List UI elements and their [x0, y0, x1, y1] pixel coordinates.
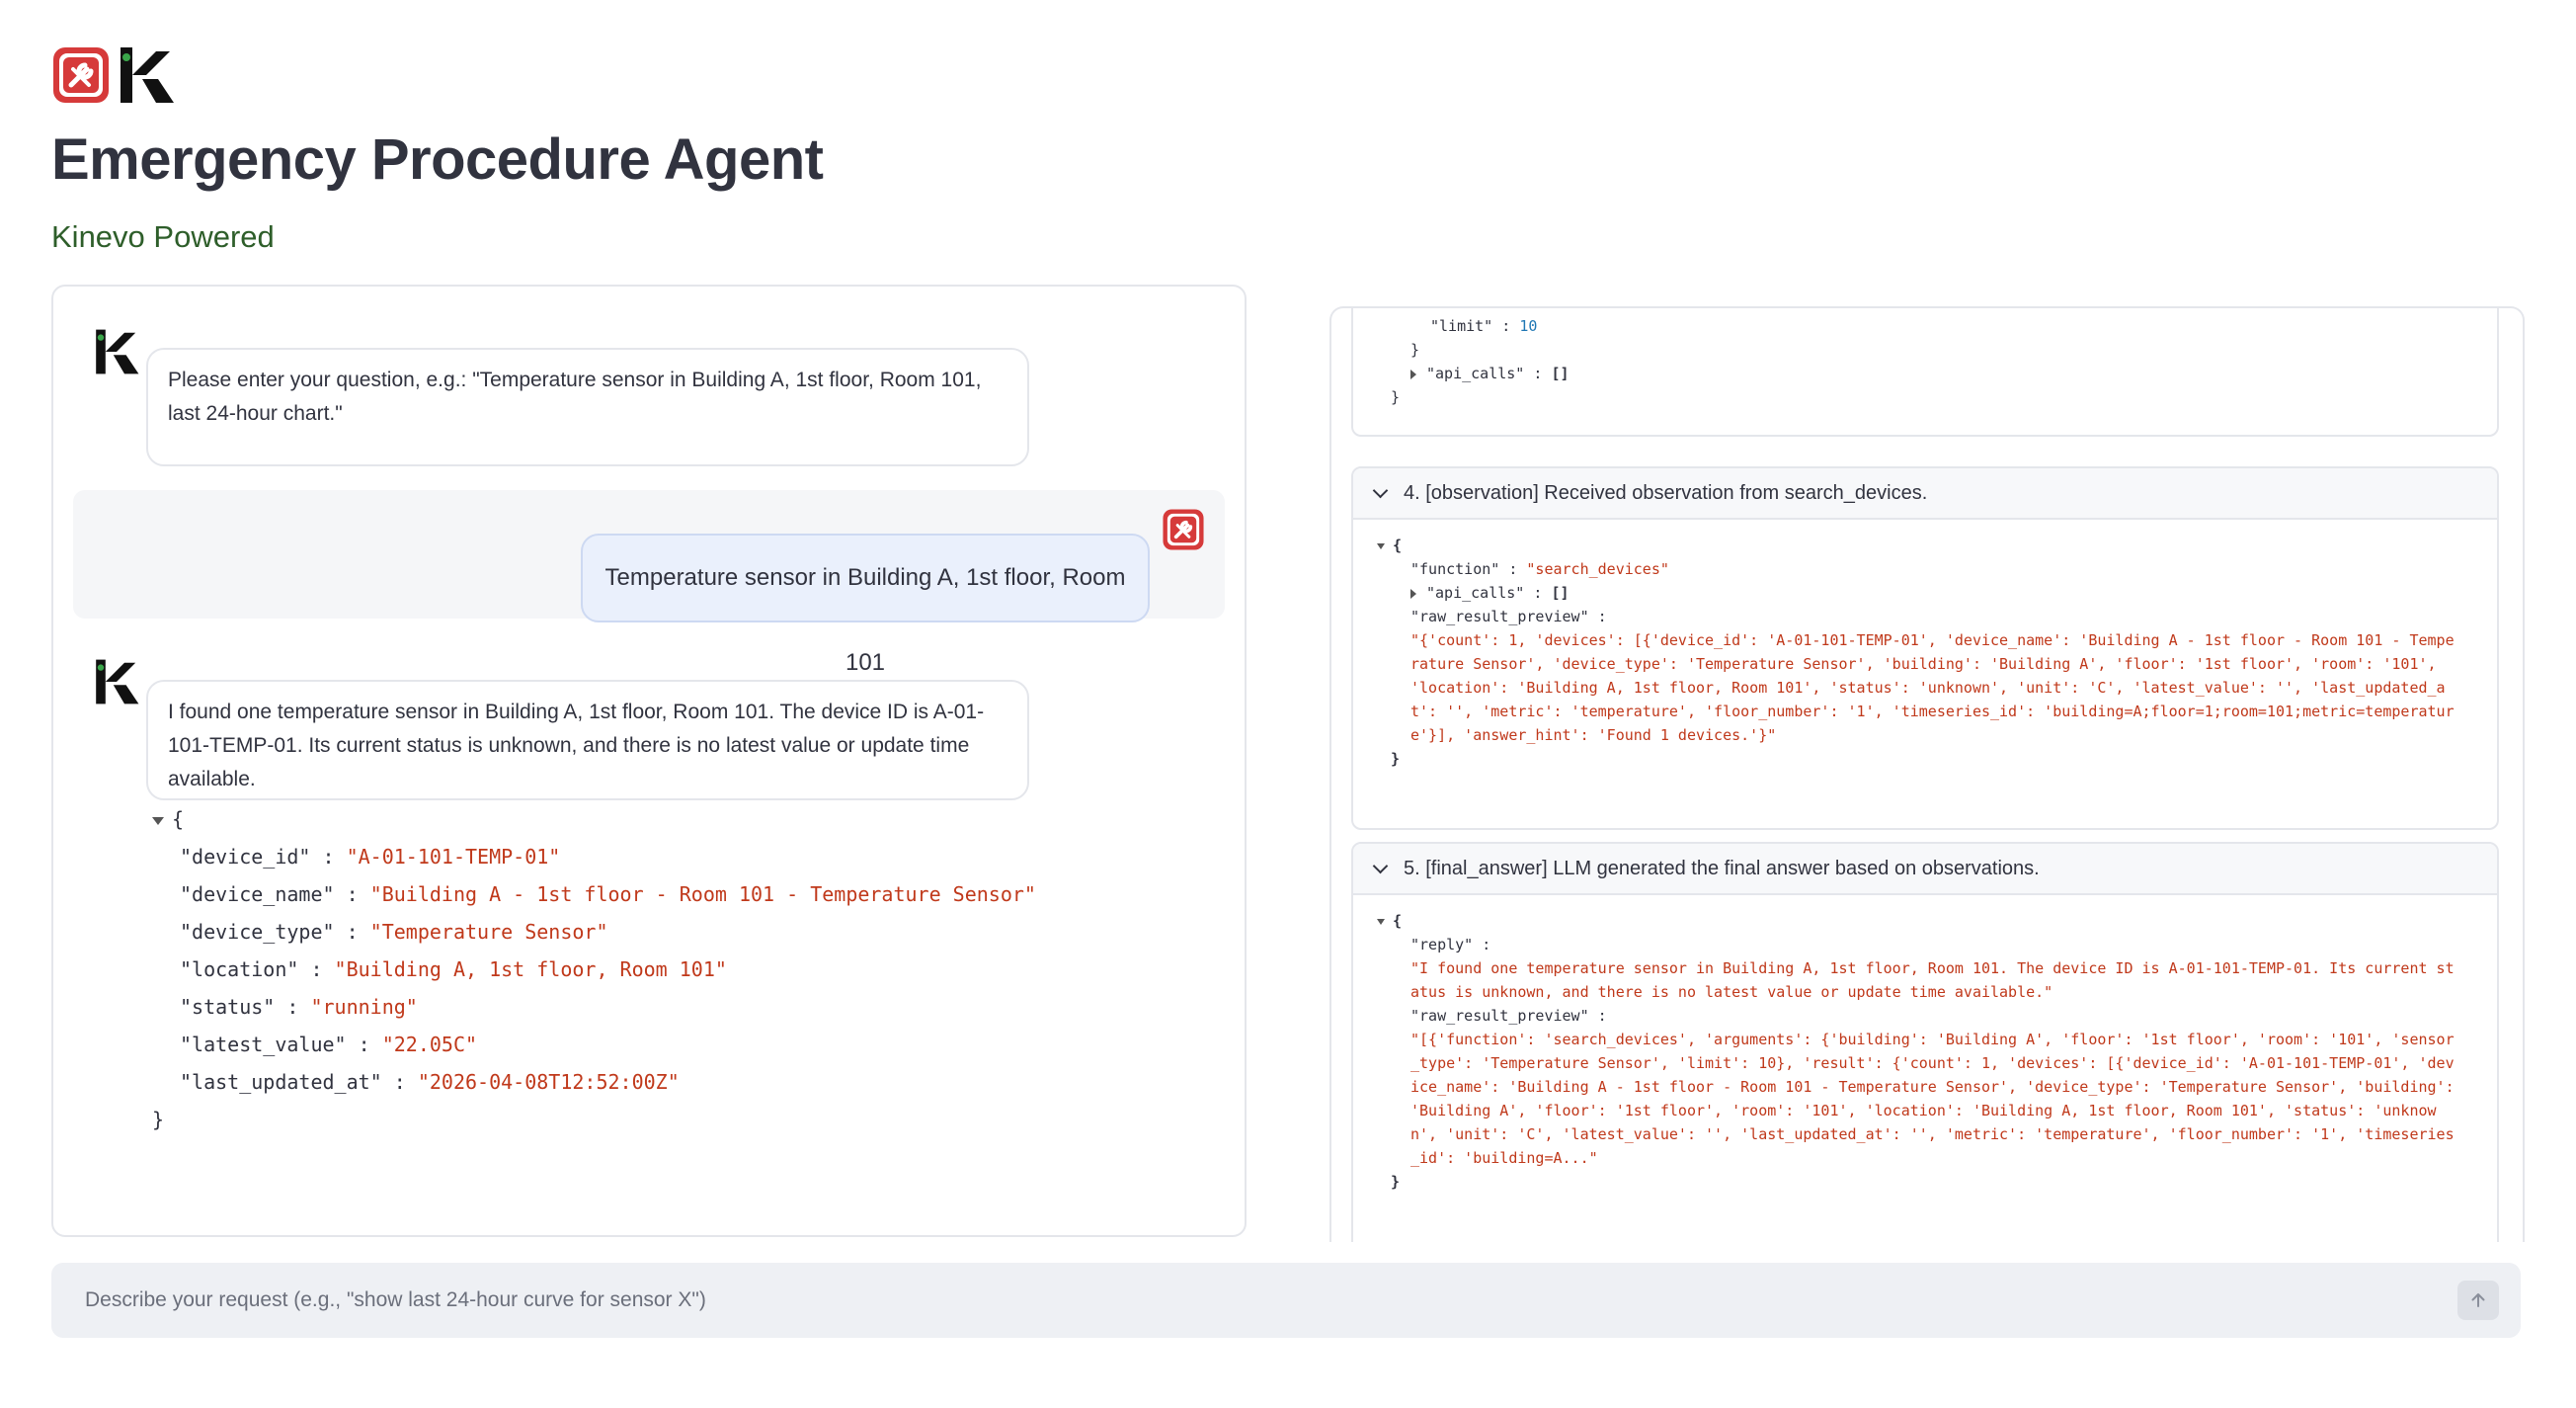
collapse-caret-icon[interactable] — [1377, 542, 1385, 549]
json-row: "last_updated_at" : "2026-04-08T12:52:00… — [152, 1063, 1036, 1101]
json-key: "device_name" — [180, 882, 335, 906]
agent-trace-panel[interactable]: "limit" : 10 } "api_calls" : [] } 4. [ob… — [1329, 306, 2525, 1242]
arrow-up-icon — [2471, 1293, 2485, 1307]
chevron-down-icon[interactable] — [1372, 482, 1389, 498]
json-close-line: } — [152, 1108, 165, 1131]
json-row: "location" : "Building A, 1st floor, Roo… — [152, 951, 1036, 988]
chat-input[interactable] — [51, 1263, 2422, 1338]
assistant-intro-message: Please enter your question, e.g.: "Tempe… — [146, 348, 1029, 466]
json-separator: : — [298, 957, 335, 981]
json-key: "location" — [180, 957, 299, 981]
page-title: Emergency Procedure Agent — [51, 127, 824, 192]
json-string: "Building A, 1st floor, Room 101" — [334, 957, 727, 981]
json-key: "latest_value" — [180, 1033, 347, 1056]
json-array: [] — [1551, 584, 1570, 602]
json-open-line[interactable]: { — [152, 800, 1036, 838]
kinevo-k-icon — [121, 47, 174, 103]
kinevo-k-icon — [96, 659, 139, 704]
json-string: "Temperature Sensor" — [369, 920, 608, 944]
json-key: "function" — [1410, 560, 1500, 578]
json-key: "raw_result_preview" — [1410, 1007, 1589, 1025]
json-separator: : — [381, 1070, 418, 1094]
trace-step-4-header[interactable]: 4. [observation] Received observation fr… — [1353, 468, 2497, 520]
json-key: "last_updated_at" — [180, 1070, 382, 1094]
chat-panel[interactable]: Please enter your question, e.g.: "Tempe… — [51, 285, 1247, 1237]
trace-step-4-title: 4. [observation] Received observation fr… — [1404, 481, 1928, 504]
collapse-caret-icon[interactable] — [152, 816, 164, 825]
trace-step-5: 5. [final_answer] LLM generated the fina… — [1351, 842, 2499, 1242]
result-json-viewer[interactable]: { "device_id" : "A-01-101-TEMP-01" "devic… — [152, 800, 1036, 1138]
user-message: Temperature sensor in Building A, 1st fl… — [581, 534, 1150, 676]
trace-step-4: 4. [observation] Received observation fr… — [1351, 466, 2499, 830]
page-subtitle: Kinevo Powered — [51, 219, 275, 254]
json-separator: : — [310, 845, 347, 869]
json-separator: : — [334, 920, 370, 944]
json-separator: : — [346, 1033, 382, 1056]
trace-step-5-title: 5. [final_answer] LLM generated the fina… — [1404, 857, 2040, 879]
collapse-caret-icon[interactable] — [1377, 918, 1385, 925]
json-separator: : — [334, 882, 370, 906]
json-string: "running" — [310, 995, 418, 1019]
json-key: "raw_result_preview" — [1410, 608, 1589, 625]
json-row: "latest_value" : "22.05C" — [152, 1026, 1036, 1063]
json-row: "device_id" : "A-01-101-TEMP-01" — [152, 838, 1036, 875]
chevron-down-icon[interactable] — [1372, 858, 1389, 873]
json-string: "{'count': 1, 'devices': [{'device_id': … — [1410, 631, 2455, 744]
trace-step-3: "limit" : 10 } "api_calls" : [] } — [1351, 308, 2499, 437]
json-row: "device_type" : "Temperature Sensor" — [152, 913, 1036, 951]
json-key: "status" — [180, 995, 276, 1019]
chat-input-bar — [51, 1263, 2521, 1338]
json-row: "device_name" : "Building A - 1st floor … — [152, 875, 1036, 913]
json-string: "search_devices" — [1526, 560, 1669, 578]
json-number: 10 — [1519, 317, 1538, 335]
wrench-shield-icon — [53, 47, 109, 103]
kinevo-k-icon — [96, 329, 139, 374]
json-string: "Building A - 1st floor - Room 101 - Tem… — [369, 882, 1036, 906]
json-string: "I found one temperature sensor in Build… — [1410, 959, 2455, 1001]
trace-step-5-header[interactable]: 5. [final_answer] LLM generated the fina… — [1353, 844, 2497, 895]
expand-caret-icon[interactable] — [1410, 588, 1416, 599]
json-key: "api_calls" — [1426, 584, 1525, 602]
json-key: "device_type" — [180, 920, 335, 944]
send-button[interactable] — [2457, 1281, 2499, 1320]
json-string: "[{'function': 'search_devices', 'argume… — [1410, 1031, 2455, 1167]
assistant-reply-message: I found one temperature sensor in Buildi… — [146, 680, 1029, 800]
json-string: "2026-04-08T12:52:00Z" — [417, 1070, 680, 1094]
json-key: "reply" — [1410, 936, 1474, 953]
json-separator: : — [275, 995, 311, 1019]
json-array: [] — [1551, 365, 1570, 382]
json-key: "limit" — [1430, 317, 1493, 335]
json-row: "status" : "running" — [152, 988, 1036, 1026]
header-logos — [51, 45, 176, 105]
user-message-row: Temperature sensor in Building A, 1st fl… — [73, 490, 1225, 676]
expand-caret-icon[interactable] — [1410, 369, 1416, 379]
json-key: "api_calls" — [1426, 365, 1525, 382]
json-string: "22.05C" — [381, 1033, 478, 1056]
json-key: "device_id" — [180, 845, 311, 869]
wrench-shield-icon — [1163, 509, 1204, 550]
json-string: "A-01-101-TEMP-01" — [346, 845, 561, 869]
